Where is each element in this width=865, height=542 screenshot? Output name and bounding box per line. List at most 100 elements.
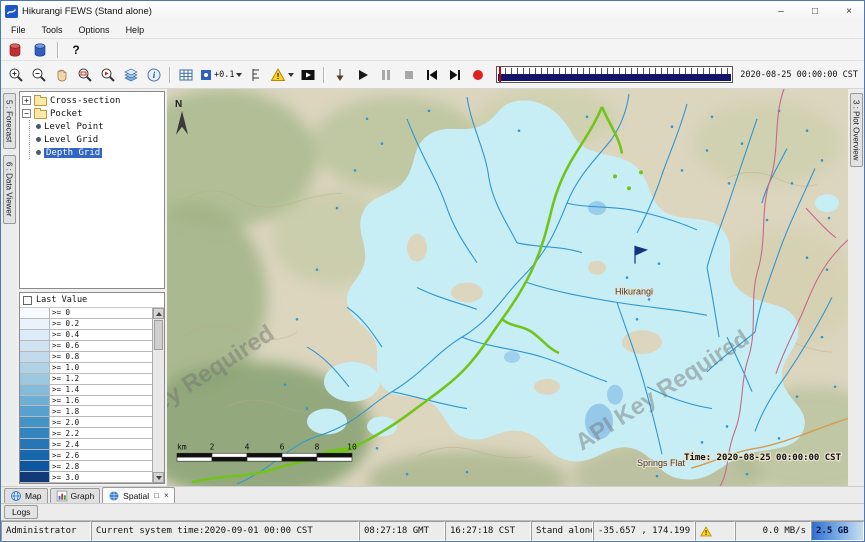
blue-database-icon [32, 42, 48, 58]
tab-graph[interactable]: Graph [50, 488, 101, 503]
tab-map[interactable]: Map [4, 488, 48, 503]
scroll-down-button[interactable] [153, 472, 164, 483]
maximize-button[interactable]: □ [800, 1, 830, 21]
open-database-button[interactable] [29, 40, 51, 60]
profile-tool-button[interactable] [329, 65, 351, 85]
legend-title: Last Value [36, 295, 87, 305]
tree-node-label[interactable]: Pocket [50, 109, 83, 119]
status-system-time: Current system time:2020-09-01 00:00 CST [91, 521, 359, 541]
open-forecast-button[interactable] [4, 40, 26, 60]
window-title: Hikurangi FEWS (Stand alone) [22, 6, 762, 17]
zoom-window-button[interactable] [74, 65, 96, 85]
legend-swatch [20, 308, 50, 318]
timeline-band [498, 74, 731, 81]
legend-scrollbar[interactable] [153, 308, 164, 483]
chart-icon [56, 490, 68, 502]
tree-node-pocket[interactable]: Pocket [22, 107, 164, 120]
tree-node-cross-section[interactable]: Cross-section [22, 94, 164, 107]
legend-row: >= 0.2 [20, 319, 152, 330]
toolbar-separator [169, 67, 171, 83]
legend-swatch [20, 352, 50, 362]
threshold-value: +0.1 [214, 70, 234, 80]
legend-swatch [20, 472, 50, 482]
arrow-down-icon [156, 476, 162, 480]
tree-leaf-level-grid[interactable]: Level Grid [34, 133, 164, 146]
pan-button[interactable] [51, 65, 73, 85]
timeline-cursor[interactable] [499, 67, 501, 82]
layers-button[interactable] [120, 65, 142, 85]
warning-icon: ! [270, 67, 286, 83]
arrow-up-icon [156, 312, 162, 316]
scrollbar-track[interactable] [153, 351, 164, 472]
legend-swatch [20, 374, 50, 384]
legend-label: >= 2.0 [50, 417, 152, 427]
pause-button[interactable] [375, 65, 397, 85]
legend-list: >= 0 >= 0.2 >= 0.4 >= 0.6 >= 0.8 >= 1.0 … [20, 308, 153, 483]
menu-file[interactable]: File [3, 23, 34, 37]
zoom-out-button[interactable] [28, 65, 50, 85]
stop-button[interactable] [398, 65, 420, 85]
spatial-globe-icon [108, 490, 120, 502]
legend-label: >= 0.6 [50, 341, 152, 351]
logs-button[interactable]: Logs [4, 505, 38, 519]
tree-leaf-label[interactable]: Level Point [44, 122, 104, 132]
minimize-button[interactable]: – [766, 1, 796, 21]
last-value-checkbox[interactable] [23, 296, 32, 305]
zoom-in-button[interactable] [5, 65, 27, 85]
tree-children: Level Point Level Grid Depth Grid [29, 120, 164, 159]
zoom-previous-button[interactable] [97, 65, 119, 85]
tab-spatial[interactable]: Spatial □ × [102, 487, 175, 503]
legend-label: >= 1.2 [50, 374, 152, 384]
tree-leaf-label-selected[interactable]: Depth Grid [44, 148, 102, 158]
tree-leaf-depth-grid[interactable]: Depth Grid [34, 146, 164, 159]
sidebar-tab-plot-overview[interactable]: 3 : Plot Overview [850, 93, 863, 167]
help-button[interactable]: ? [65, 40, 87, 60]
expand-icon[interactable] [22, 96, 31, 105]
legend-label: >= 2.2 [50, 428, 152, 438]
warning-combo[interactable]: ! [268, 66, 296, 84]
animation-viewer-button[interactable] [297, 65, 319, 85]
record-icon [470, 67, 486, 83]
status-warning-icon: ! [700, 526, 712, 537]
legend-panel: Last Value >= 0 >= 0.2 >= 0.4 >= 0.6 >= … [19, 292, 165, 484]
step-forward-button[interactable] [444, 65, 466, 85]
scrollbar-thumb[interactable] [154, 320, 163, 350]
sidebar-tab-forecast[interactable]: 5 : Forecast [3, 93, 16, 149]
scroll-up-button[interactable] [153, 308, 164, 319]
sidebar-tab-data-viewer[interactable]: 6 : Data Viewer [3, 155, 16, 224]
close-button[interactable]: × [834, 1, 864, 21]
grid-display-button[interactable] [175, 65, 197, 85]
status-alerts[interactable]: ! [695, 521, 735, 541]
map-view[interactable]: API Key Required API Key Required N Hiku… [167, 89, 848, 486]
tree-leaf-label[interactable]: Level Grid [44, 135, 98, 145]
legend-row: >= 2.4 [20, 439, 152, 450]
menu-options[interactable]: Options [71, 23, 118, 37]
menu-help[interactable]: Help [118, 23, 153, 37]
info-button[interactable]: i [143, 65, 165, 85]
step-back-button[interactable] [421, 65, 443, 85]
map-canvas: API Key Required API Key Required N Hiku… [167, 89, 848, 486]
legend-label: >= 2.8 [50, 461, 152, 471]
tab-label: Spatial [123, 491, 149, 501]
legend-label: >= 1.0 [50, 363, 152, 373]
legend-swatch [20, 450, 50, 460]
play-icon [355, 67, 371, 83]
right-tab-strip: 3 : Plot Overview [848, 89, 864, 486]
status-user: Administrator [1, 521, 91, 541]
legend-label: >= 0.8 [50, 352, 152, 362]
menu-tools[interactable]: Tools [34, 23, 71, 37]
play-button[interactable] [352, 65, 374, 85]
tree-node-label[interactable]: Cross-section [50, 96, 120, 106]
panel-maximize-icon[interactable]: □ [154, 491, 159, 500]
threshold-combo[interactable]: +0.1 [198, 68, 244, 82]
tree-leaf-level-point[interactable]: Level Point [34, 120, 164, 133]
panel-close-icon[interactable]: × [164, 491, 169, 500]
folder-icon [34, 110, 47, 119]
main-area: 5 : Forecast 6 : Data Viewer Cross-secti… [1, 89, 864, 486]
status-mode: Stand alone [531, 521, 593, 541]
timeline-slider[interactable] [496, 66, 733, 83]
parameter-tree: Cross-section Pocket Level Point Level G… [19, 91, 165, 289]
collapse-icon[interactable] [22, 109, 31, 118]
record-button[interactable] [467, 65, 489, 85]
vertical-profile-button[interactable] [245, 65, 267, 85]
